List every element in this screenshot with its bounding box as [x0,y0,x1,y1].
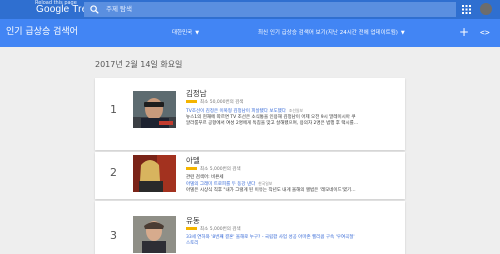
sub-header: 인기 급상승 검색어 대한민국 ▼ 최신 인기 급상승 검색어 보기(지난 24시… [0,19,500,47]
trend-card[interactable]: 1 김정남 최소 50,000번의 검색 TV조선이 김정은 이복형 김정남이 … [95,78,405,150]
trend-keyword[interactable]: 유동 [186,216,200,225]
news-snippet[interactable]: 33세 연하와 '8번째 결혼' 올해로 누구? - 국립팝 사업 성공 아마존… [186,235,396,247]
region-label: 대한민국 [172,30,193,36]
date-heading: 2017년 2월 14일 화요일 [95,60,183,69]
search-volume: 최소 50,000번의 검색 [186,100,243,106]
trend-thumbnail[interactable] [133,91,176,128]
add-icon[interactable]: + [459,26,469,38]
search-volume: 최소 5,000번의 검색 [186,167,241,173]
search-box[interactable] [84,2,456,17]
trend-card[interactable]: 2 아델 최소 5,000번의 검색 관련 검색어: 비욘세 아델의 그래미 트… [95,152,405,199]
volume-bar [186,100,197,103]
top-bar: Reload this page Google Trends [0,0,500,19]
search-input[interactable] [106,3,436,15]
embed-code-icon[interactable]: <> [480,28,490,37]
user-avatar[interactable] [480,3,492,15]
trend-rank: 2 [110,166,117,179]
trend-card[interactable]: 3 유동 최소 5,000번의 검색 33세 연하와 '8번째 결혼' 올해로 … [95,201,405,254]
region-selector[interactable]: 대한민국 ▼ [172,29,199,37]
news-snippet[interactable]: TV조선이 김정은 이복형 김정남이 피살됐다 보도했다 조선일보 뉴스1의 현재… [186,108,396,127]
trend-rank: 1 [110,103,117,116]
view-label: 최신 인기 급상승 검색어 보기(지난 24시간 전에 업데이트됨) [258,30,398,36]
trend-rank: 3 [110,229,117,242]
search-icon [90,5,99,14]
trend-thumbnail[interactable] [133,216,176,253]
apps-grid-icon[interactable] [462,5,471,14]
page-title: 인기 급상승 검색어 [6,27,78,37]
search-volume: 최소 5,000번의 검색 [186,227,241,233]
view-selector[interactable]: 최신 인기 급상승 검색어 보기(지난 24시간 전에 업데이트됨) ▼ [258,29,405,37]
trend-thumbnail[interactable] [133,155,176,192]
chevron-down-icon: ▼ [400,30,405,36]
chevron-down-icon: ▼ [195,30,200,36]
news-snippet[interactable]: 관련 검색어: 비욘세 아델의 그래미 트로피를 두 동강 낸다 한국일보 아델은… [186,175,396,194]
volume-bar [186,227,197,230]
trend-keyword[interactable]: 김정남 [186,89,207,98]
trend-keyword[interactable]: 아델 [186,156,200,165]
volume-bar [186,167,197,170]
